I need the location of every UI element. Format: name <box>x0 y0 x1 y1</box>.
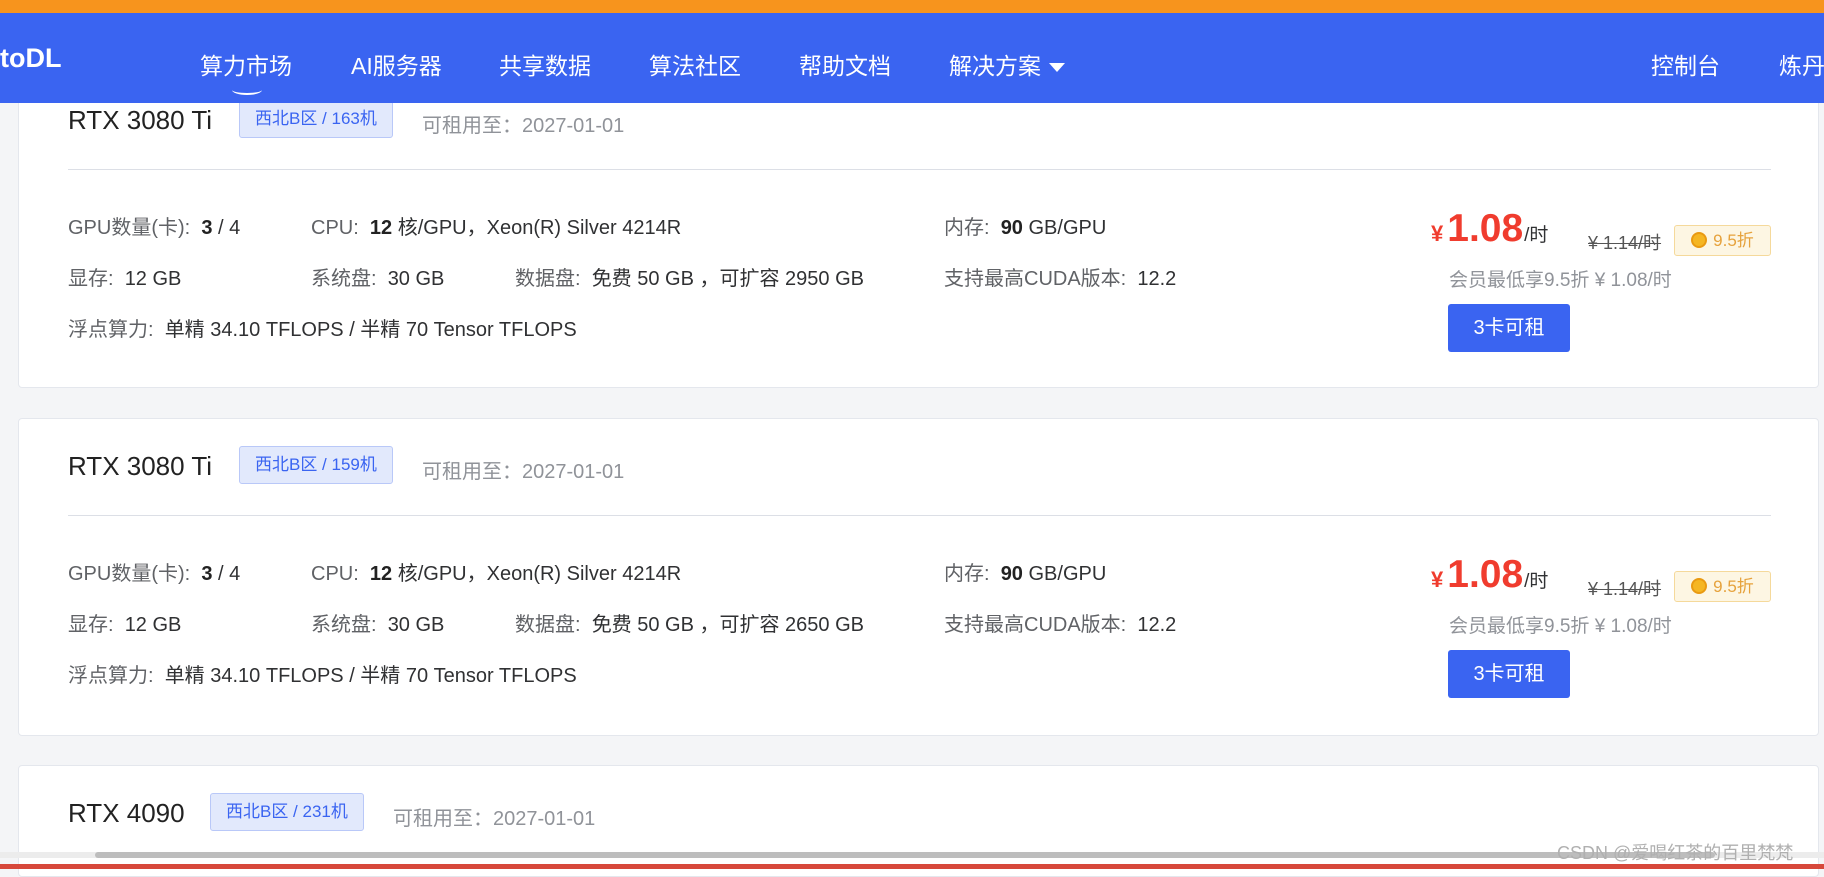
caret-down-icon <box>1049 63 1065 73</box>
card-divider <box>68 169 1771 170</box>
vram-spec: 显存: 12 GB <box>68 614 182 636</box>
original-price: ¥ 1.14/时 <box>1588 579 1662 599</box>
available-until: 可租用至：2027-01-01 <box>422 115 625 137</box>
nav-console[interactable]: 控制台 <box>1651 47 1720 81</box>
memory-spec: 内存: 90 GB/GPU <box>944 217 1107 239</box>
gpu-count: GPU数量(卡): 3 / 4 <box>68 563 241 585</box>
browser-top-strip <box>0 0 1824 13</box>
top-navbar: toDL 算力市场 AI服务器 共享数据 算法社区 帮助文档 解决方案 控制台 … <box>0 13 1824 103</box>
gpu-card: RTX 3080 Ti 西北B区 / 163机 可租用至：2027-01-01 … <box>18 60 1819 388</box>
nav-item-algorithm-community[interactable]: 算法社区 <box>649 47 741 81</box>
nav-item-shared-data[interactable]: 共享数据 <box>499 47 591 81</box>
nav-item-ai-servers[interactable]: AI服务器 <box>351 47 442 81</box>
available-until: 可租用至：2027-01-01 <box>422 461 625 483</box>
flops-spec: 浮点算力: 单精 34.10 TFLOPS / 半精 70 Tensor TFL… <box>68 665 577 687</box>
nav-item-solutions[interactable]: 解决方案 <box>949 47 1065 81</box>
nav-item-solutions-label: 解决方案 <box>949 53 1041 79</box>
gpu-card: RTX 3080 Ti 西北B区 / 159机 可租用至：2027-01-01 … <box>18 418 1819 736</box>
gpu-name: RTX 4090 <box>68 798 185 828</box>
region-tag: 西北B区 / 163机 <box>239 100 393 138</box>
coin-icon <box>1691 578 1708 594</box>
system-disk-spec: 系统盘: 30 GB <box>311 614 445 636</box>
coin-icon <box>1691 232 1708 248</box>
flops-spec: 浮点算力: 单精 34.10 TFLOPS / 半精 70 Tensor TFL… <box>68 319 577 341</box>
rent-button[interactable]: 3卡可租 <box>1448 304 1570 352</box>
member-price: 会员最低享9.5折 ¥ 1.08/时 <box>1449 270 1672 291</box>
system-disk-spec: 系统盘: 30 GB <box>311 268 445 290</box>
discount-badge: 9.5折 <box>1674 571 1771 602</box>
horizontal-scrollbar[interactable] <box>0 852 1824 858</box>
scrollbar-thumb[interactable] <box>95 852 1715 858</box>
available-until: 可租用至：2027-01-01 <box>393 808 596 830</box>
cpu-spec: CPU: 12 核/GPU，Xeon(R) Silver 4214R <box>311 563 682 585</box>
site-logo[interactable]: toDL <box>0 43 61 74</box>
watermark: CSDN @爱喝红茶的百里梵梵 <box>1557 843 1794 863</box>
data-disk-spec: 数据盘: 免费 50 GB ，可扩容 2650 GB <box>515 614 865 636</box>
nav-item-help-docs[interactable]: 帮助文档 <box>799 47 891 81</box>
nav-item-compute-market[interactable]: 算力市场 <box>200 47 292 95</box>
cuda-spec: 支持最高CUDA版本: 12.2 <box>944 614 1177 636</box>
memory-spec: 内存: 90 GB/GPU <box>944 563 1107 585</box>
gpu-count: GPU数量(卡): 3 / 4 <box>68 217 241 239</box>
price: ¥1.08/时 <box>1431 553 1549 596</box>
card-divider <box>68 515 1771 516</box>
gpu-card: RTX 4090 西北B区 / 231机 可租用至：2027-01-01 <box>18 765 1819 877</box>
discount-badge: 9.5折 <box>1674 225 1771 256</box>
original-price: ¥ 1.14/时 <box>1588 233 1662 253</box>
cpu-spec: CPU: 12 核/GPU，Xeon(R) Silver 4214R <box>311 217 682 239</box>
gpu-name: RTX 3080 Ti <box>68 451 213 481</box>
cuda-spec: 支持最高CUDA版本: 12.2 <box>944 268 1177 290</box>
data-disk-spec: 数据盘: 免费 50 GB ，可扩容 2950 GB <box>515 268 865 290</box>
region-tag: 西北B区 / 231机 <box>210 793 364 831</box>
bottom-edge-line <box>0 864 1824 869</box>
vram-spec: 显存: 12 GB <box>68 268 182 290</box>
gpu-name: RTX 3080 Ti <box>68 105 213 135</box>
member-price: 会员最低享9.5折 ¥ 1.08/时 <box>1449 616 1672 637</box>
price: ¥1.08/时 <box>1431 207 1549 250</box>
nav-user[interactable]: 炼丹 <box>1779 47 1824 81</box>
rent-button[interactable]: 3卡可租 <box>1448 650 1570 698</box>
region-tag: 西北B区 / 159机 <box>239 446 393 484</box>
